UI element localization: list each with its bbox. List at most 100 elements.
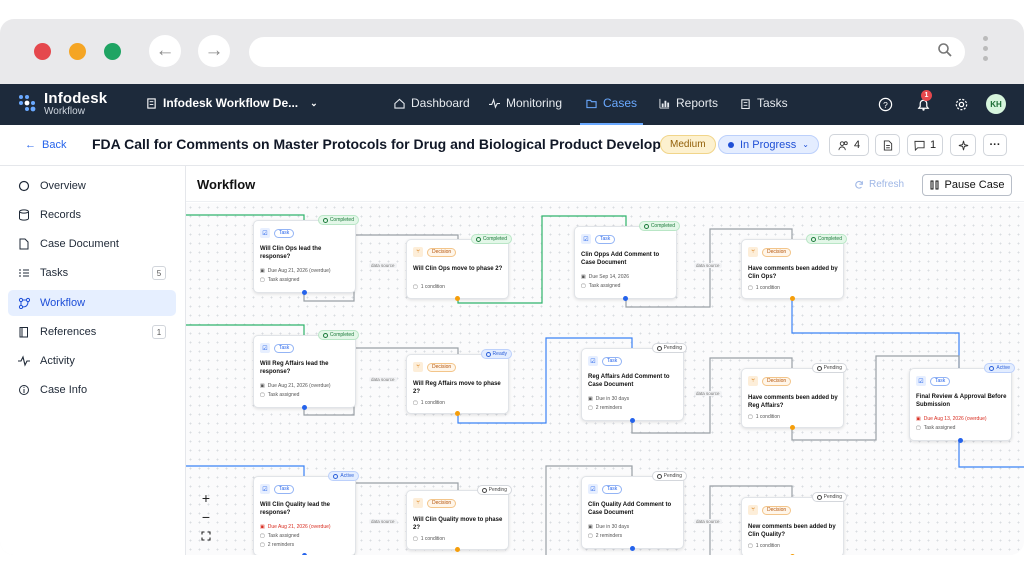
status-dropdown[interactable]: In Progress ⌄ [718, 135, 819, 154]
output-port[interactable] [630, 418, 635, 423]
output-port[interactable] [455, 411, 460, 416]
output-port[interactable] [790, 296, 795, 301]
meta-text: 2 reminders [267, 542, 295, 548]
card-header: ☑ Task [581, 234, 616, 244]
task-card[interactable]: ☑ Task Active Will Clin Quality lead the re… [253, 471, 359, 555]
output-port[interactable] [630, 546, 635, 551]
fit-view-icon[interactable] [195, 526, 217, 545]
status-text: Completed [817, 236, 842, 242]
book-icon [18, 326, 30, 338]
branch-icon: ▢ [748, 285, 753, 291]
search-icon[interactable] [937, 42, 953, 58]
output-port[interactable] [455, 296, 460, 301]
sidebar-item-case-document[interactable]: Case Document [8, 231, 176, 257]
workspace-selector[interactable]: Infodesk Workflow De... ⌄ [146, 96, 318, 110]
sidebar-item-case-info[interactable]: Case Info [8, 377, 176, 403]
status-text: Completed [650, 223, 675, 229]
sidebar-item-activity[interactable]: Activity [8, 348, 176, 374]
card-title: Will Clin Ops lead the response? [260, 246, 322, 260]
output-port[interactable] [790, 425, 795, 430]
card-meta: ▢ 1 condition [748, 543, 780, 549]
forward-arrow-icon[interactable]: → [198, 35, 230, 67]
zoom-out-icon[interactable]: − [195, 507, 217, 526]
card-meta: ▢ 1 condition [413, 400, 445, 406]
gear-icon[interactable] [951, 94, 971, 114]
meta-text: 1 condition [420, 536, 445, 542]
output-port[interactable] [302, 405, 307, 410]
meta-text: 1 condition [755, 543, 780, 549]
card-meta: ▣ Due Aug 21, 2026 (overdue) [260, 383, 331, 389]
task-card[interactable]: ☑ Task Pending Reg Affairs Add Comment to C… [581, 343, 687, 423]
nav-dashboard[interactable]: Dashboard [394, 96, 470, 110]
logo[interactable]: Infodesk Workflow [18, 90, 128, 120]
nav-monitoring[interactable]: Monitoring [489, 96, 562, 110]
pause-case-button[interactable]: Pause Case [922, 174, 1012, 196]
decision-card[interactable]: ⑂ Decision Ready Will Reg Affairs move to p… [406, 349, 512, 416]
address-bar[interactable] [249, 37, 965, 67]
checkbox-icon: ☑ [581, 234, 591, 244]
browser-menu-icon[interactable] [983, 36, 989, 66]
sidebar-item-records[interactable]: Records [8, 202, 176, 228]
task-card[interactable]: ☑ Task Completed Clin Opps Add Comment to C… [574, 221, 680, 301]
output-port[interactable] [455, 547, 460, 552]
list-icon [18, 267, 30, 279]
brand-subtitle: Workflow [44, 106, 85, 117]
zoom-in-icon[interactable]: + [195, 488, 217, 507]
help-icon[interactable]: ? [875, 94, 895, 114]
output-port[interactable] [958, 438, 963, 443]
workflow-canvas[interactable]: + − ☑ Task Completed Will Clin Ops lead the… [186, 203, 1024, 555]
comments-count: 1 [929, 139, 937, 151]
nav-cases[interactable]: Cases [580, 96, 644, 125]
minimize-dot[interactable] [69, 43, 86, 60]
task-card[interactable]: ☑ Task Completed Will Reg Affairs lead the … [253, 330, 359, 410]
meta-text: Due Aug 13, 2026 (overdue) [923, 416, 987, 422]
decision-card[interactable]: ⑂ Decision Pending New comments been added … [741, 492, 847, 555]
output-port[interactable] [790, 554, 795, 555]
bell-icon[interactable]: 1 [913, 90, 933, 114]
sidebar-item-overview[interactable]: Overview [8, 173, 176, 199]
note-icon: ▢ [260, 277, 265, 283]
workflow-header: Workflow Refresh Pause Case [186, 166, 1024, 202]
branch-icon: ⑂ [413, 362, 423, 372]
status-text: Completed [329, 332, 354, 338]
ai-sparkle-button[interactable] [950, 134, 976, 156]
sidebar-item-tasks[interactable]: Tasks 5 [8, 260, 176, 286]
output-port[interactable] [302, 290, 307, 295]
refresh-label: Refresh [869, 179, 905, 190]
sidebar-item-references[interactable]: References 1 [8, 319, 176, 345]
comments-button[interactable]: 1 [907, 134, 943, 156]
nav-tasks[interactable]: Tasks [740, 96, 788, 110]
card-meta: ▣ Due Sep 14, 2026 [581, 274, 629, 280]
task-card[interactable]: ☑ Task Pending Clin Quality Add Comment to … [581, 471, 687, 551]
avatar[interactable]: KH [986, 94, 1006, 114]
type-tag: Decision [427, 247, 457, 257]
decision-card[interactable]: ⑂ Decision Pending Have comments been added… [741, 363, 847, 430]
brand-name: Infodesk [44, 90, 108, 107]
refresh-button[interactable]: Refresh [854, 179, 904, 190]
top-bar: Infodesk Workflow Infodesk Workflow De..… [0, 84, 1024, 125]
task-card[interactable]: ☑ Task Completed Will Clin Ops lead the res… [253, 215, 359, 295]
more-options-icon[interactable]: ··· [983, 134, 1007, 156]
branch-icon: ▢ [748, 414, 753, 420]
calendar-icon: ▣ [260, 524, 265, 530]
document-button[interactable] [875, 134, 900, 156]
status-icon [810, 236, 816, 242]
task-card[interactable]: ☑ Task Active Final Review & Approval Befor… [909, 363, 1015, 443]
card-title: Final Review & Approval Before Submissio… [916, 394, 1007, 408]
status-text: Pending [663, 345, 682, 351]
maximize-dot[interactable] [104, 43, 121, 60]
people-button[interactable]: 4 [829, 134, 869, 156]
decision-card[interactable]: ⑂ Decision Pending Will Clin Quality move t… [406, 485, 512, 552]
output-port[interactable] [302, 553, 307, 555]
back-arrow-icon[interactable]: ← [149, 35, 181, 67]
nav-reports[interactable]: Reports [659, 96, 718, 110]
close-dot[interactable] [34, 43, 51, 60]
priority-badge[interactable]: Medium [660, 135, 716, 154]
back-button[interactable]: ← Back [25, 139, 66, 151]
decision-card[interactable]: ⑂ Decision Completed Have comments been add… [741, 234, 847, 301]
page-title: FDA Call for Comments on Master Protocol… [92, 136, 685, 152]
zoom-controls: + − [195, 488, 217, 545]
decision-card[interactable]: ⑂ Decision Completed Will Clin Ops move to … [406, 234, 512, 301]
sidebar-item-workflow[interactable]: Workflow [8, 290, 176, 316]
output-port[interactable] [623, 296, 628, 301]
